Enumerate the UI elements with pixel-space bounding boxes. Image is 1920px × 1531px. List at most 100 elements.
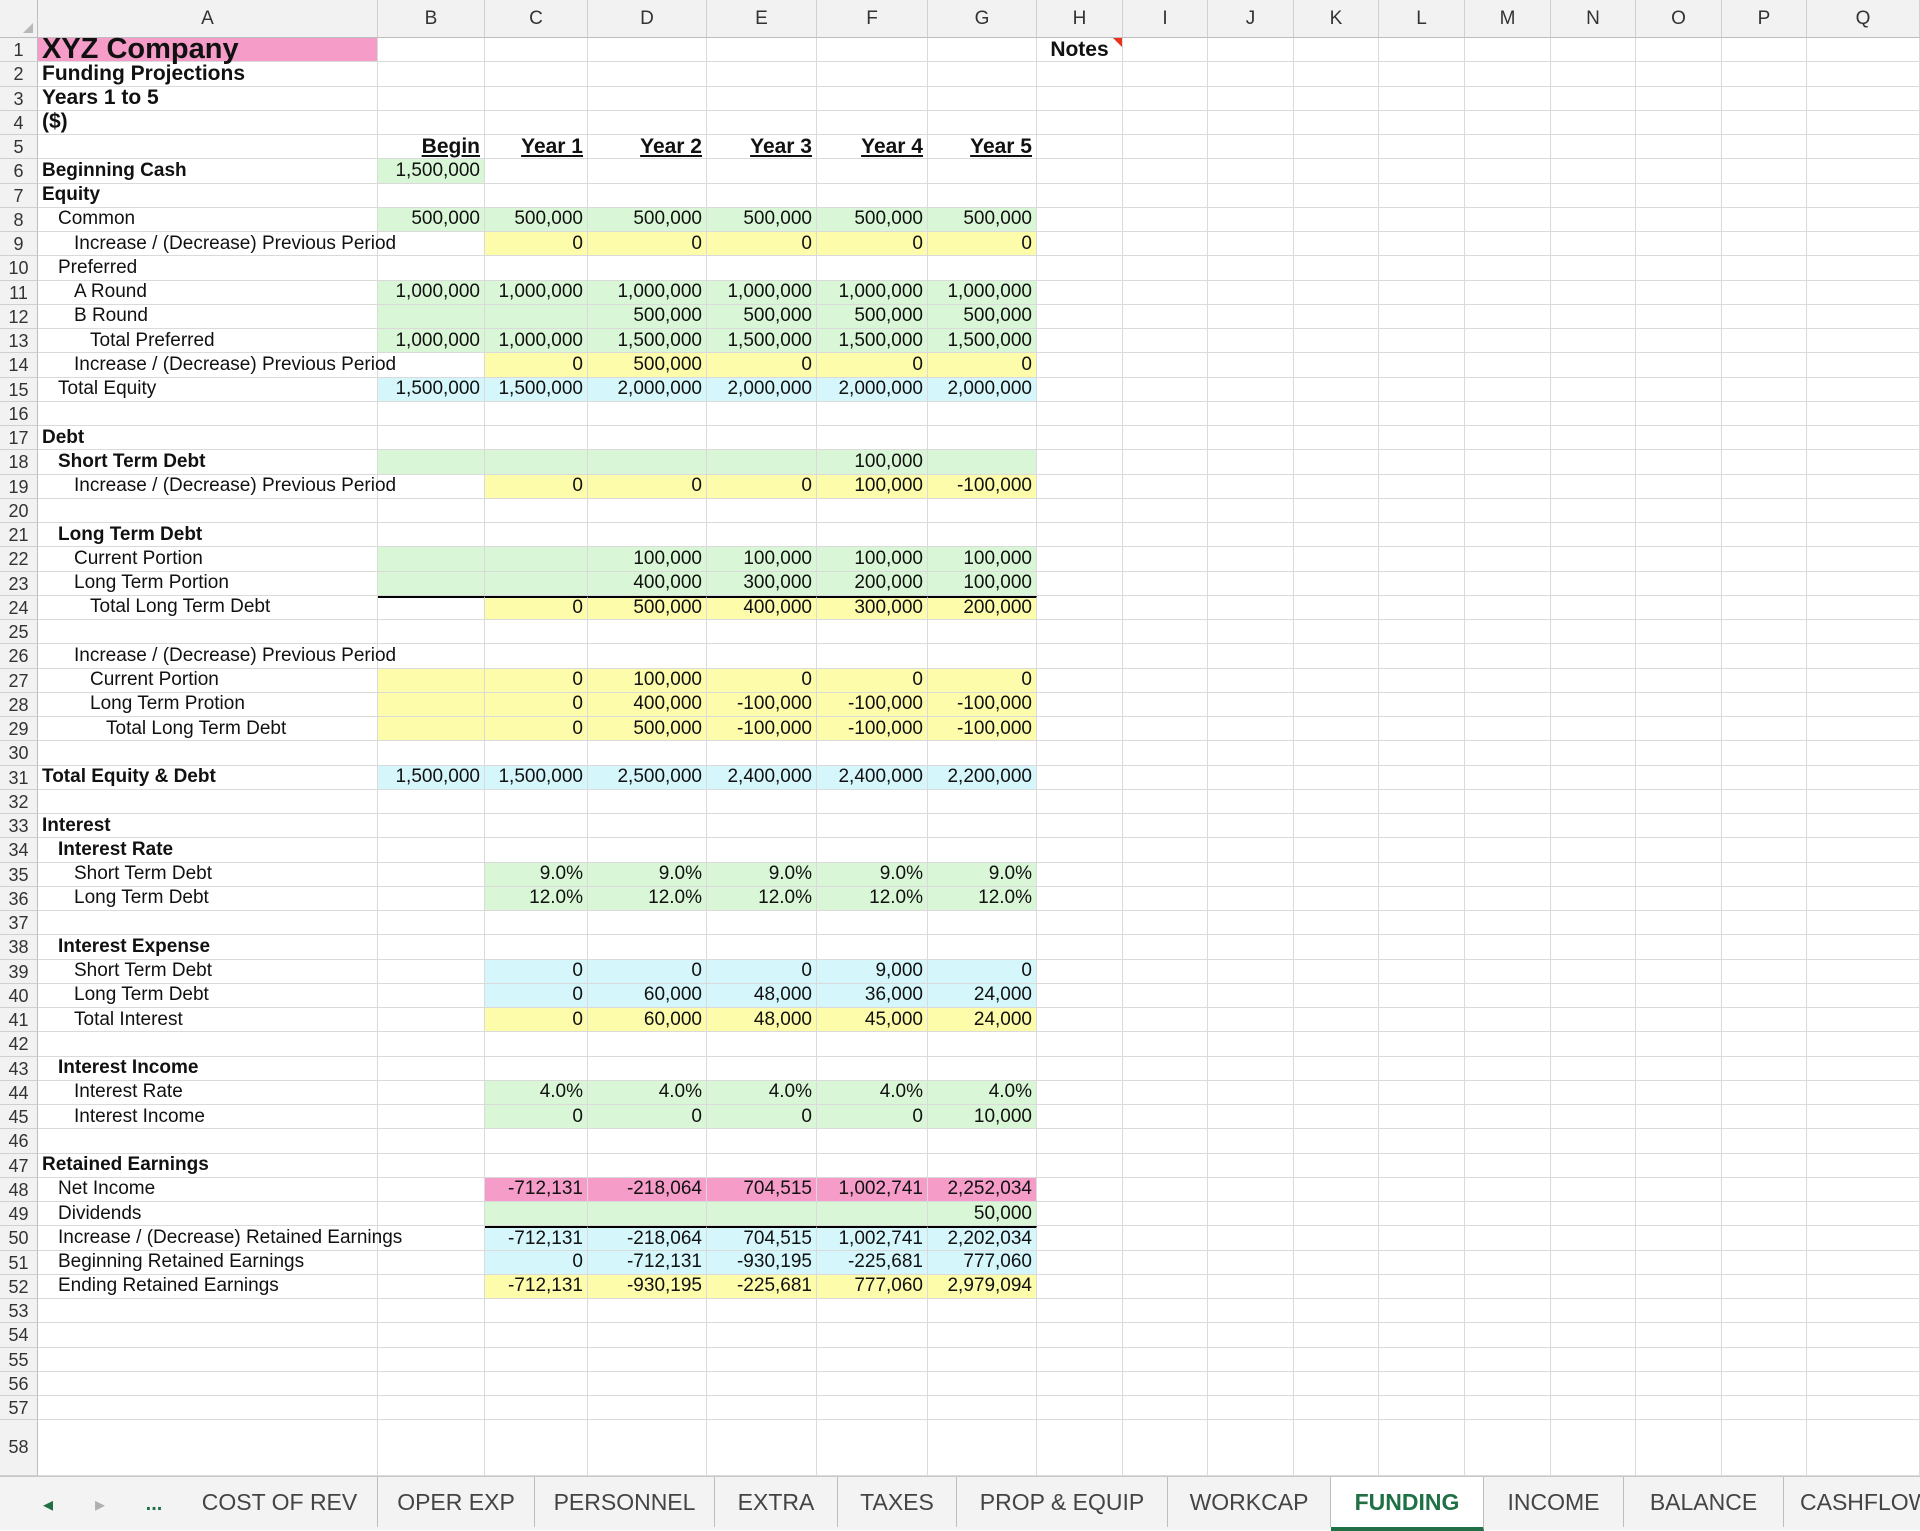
value-cell[interactable]: 777,060 bbox=[817, 1274, 928, 1299]
grid-cell[interactable] bbox=[1465, 1299, 1551, 1324]
grid-cell[interactable] bbox=[1123, 959, 1208, 984]
grid-cell[interactable] bbox=[485, 1371, 588, 1396]
grid-cell[interactable] bbox=[1551, 159, 1636, 184]
grid-cell[interactable] bbox=[1807, 620, 1920, 645]
grid-cell[interactable] bbox=[1465, 886, 1551, 911]
grid-cell[interactable] bbox=[1294, 426, 1379, 451]
grid-cell[interactable] bbox=[1037, 692, 1123, 717]
grid-cell[interactable] bbox=[817, 1396, 928, 1421]
grid-cell[interactable] bbox=[1208, 183, 1294, 208]
grid-cell[interactable] bbox=[1294, 62, 1379, 87]
grid-cell[interactable] bbox=[1551, 207, 1636, 232]
grid-cell[interactable] bbox=[1208, 256, 1294, 281]
grid-cell[interactable] bbox=[1636, 789, 1722, 814]
row-label[interactable]: Beginning Retained Earnings bbox=[38, 1250, 378, 1275]
grid-cell[interactable] bbox=[1208, 1129, 1294, 1154]
value-cell[interactable] bbox=[588, 644, 707, 669]
grid-cell[interactable] bbox=[1379, 862, 1465, 887]
row-label[interactable]: Increase / (Decrease) Previous Period bbox=[38, 353, 396, 378]
grid-cell[interactable] bbox=[1294, 644, 1379, 669]
grid-cell[interactable] bbox=[1807, 983, 1920, 1008]
grid-cell[interactable] bbox=[1037, 474, 1123, 499]
grid-cell[interactable] bbox=[1807, 1371, 1920, 1396]
grid-cell[interactable] bbox=[1807, 110, 1920, 135]
grid-cell[interactable] bbox=[588, 1299, 707, 1324]
grid-cell[interactable] bbox=[1379, 474, 1465, 499]
grid-cell[interactable] bbox=[1294, 717, 1379, 742]
value-cell[interactable] bbox=[378, 232, 485, 257]
grid-cell[interactable] bbox=[1037, 498, 1123, 523]
grid-cell[interactable] bbox=[1551, 935, 1636, 960]
grid-cell[interactable] bbox=[1636, 595, 1722, 620]
grid-cell[interactable] bbox=[1551, 959, 1636, 984]
row-header-46[interactable]: 46 bbox=[0, 1129, 38, 1154]
value-cell[interactable]: -930,195 bbox=[588, 1274, 707, 1299]
grid-cell[interactable] bbox=[1807, 1153, 1920, 1178]
value-cell[interactable] bbox=[378, 717, 485, 742]
grid-cell[interactable] bbox=[1123, 232, 1208, 257]
grid-cell[interactable] bbox=[1636, 498, 1722, 523]
grid-cell[interactable] bbox=[1208, 280, 1294, 305]
sheet-tab-cost-of-rev[interactable]: COST OF REV bbox=[182, 1477, 378, 1527]
grid-cell[interactable] bbox=[1379, 595, 1465, 620]
grid-cell[interactable] bbox=[1123, 377, 1208, 402]
grid-cell[interactable] bbox=[1722, 620, 1807, 645]
row-header-21[interactable]: 21 bbox=[0, 523, 38, 548]
grid-cell[interactable] bbox=[1208, 62, 1294, 87]
row-label[interactable]: Increase / (Decrease) Retained Earnings bbox=[38, 1226, 402, 1251]
grid-cell[interactable] bbox=[1037, 1153, 1123, 1178]
value-cell[interactable] bbox=[588, 498, 707, 523]
grid-cell[interactable] bbox=[707, 110, 817, 135]
grid-cell[interactable] bbox=[1294, 159, 1379, 184]
grid-cell[interactable] bbox=[1722, 1177, 1807, 1202]
grid-cell[interactable] bbox=[1722, 644, 1807, 669]
value-cell[interactable]: 60,000 bbox=[588, 1008, 707, 1033]
grid-cell[interactable] bbox=[1465, 1250, 1551, 1275]
grid-cell[interactable] bbox=[1465, 1105, 1551, 1130]
grid-cell[interactable] bbox=[1722, 814, 1807, 839]
grid-cell[interactable] bbox=[1465, 765, 1551, 790]
grid-cell[interactable] bbox=[1551, 1153, 1636, 1178]
value-cell[interactable] bbox=[485, 256, 588, 281]
grid-cell[interactable] bbox=[1123, 668, 1208, 693]
value-cell[interactable] bbox=[817, 935, 928, 960]
grid-cell[interactable] bbox=[1636, 232, 1722, 257]
grid-cell[interactable] bbox=[1208, 789, 1294, 814]
grid-cell[interactable] bbox=[1807, 450, 1920, 475]
grid-cell[interactable] bbox=[485, 1299, 588, 1324]
grid-cell[interactable] bbox=[1465, 498, 1551, 523]
row-header-30[interactable]: 30 bbox=[0, 741, 38, 766]
value-cell[interactable] bbox=[817, 1032, 928, 1057]
value-cell[interactable]: 500,000 bbox=[588, 717, 707, 742]
column-header-c[interactable]: C bbox=[485, 0, 588, 38]
grid-cell[interactable] bbox=[707, 1420, 817, 1476]
value-cell[interactable]: 400,000 bbox=[588, 571, 707, 596]
grid-cell[interactable] bbox=[1208, 1371, 1294, 1396]
grid-cell[interactable] bbox=[1379, 401, 1465, 426]
grid-cell[interactable] bbox=[1807, 668, 1920, 693]
value-cell[interactable] bbox=[485, 911, 588, 936]
grid-cell[interactable] bbox=[1379, 741, 1465, 766]
row-header-5[interactable]: 5 bbox=[0, 135, 38, 160]
value-cell[interactable]: 2,500,000 bbox=[588, 765, 707, 790]
row-label[interactable]: Short Term Debt bbox=[38, 862, 378, 887]
value-cell[interactable]: 0 bbox=[485, 717, 588, 742]
value-cell[interactable]: 48,000 bbox=[707, 1008, 817, 1033]
grid-cell[interactable] bbox=[1465, 983, 1551, 1008]
grid-cell[interactable] bbox=[1807, 329, 1920, 354]
grid-cell[interactable] bbox=[1465, 304, 1551, 329]
grid-cell[interactable] bbox=[1551, 110, 1636, 135]
row-header-49[interactable]: 49 bbox=[0, 1202, 38, 1227]
row-header-41[interactable]: 41 bbox=[0, 1008, 38, 1033]
grid-cell[interactable] bbox=[1636, 1226, 1722, 1251]
value-cell[interactable]: -100,000 bbox=[707, 717, 817, 742]
value-cell[interactable] bbox=[817, 159, 928, 184]
grid-cell[interactable] bbox=[588, 86, 707, 111]
grid-cell[interactable] bbox=[1465, 1153, 1551, 1178]
grid-cell[interactable] bbox=[1807, 595, 1920, 620]
grid-cell[interactable] bbox=[1551, 644, 1636, 669]
row-label[interactable]: Equity bbox=[38, 183, 378, 208]
value-cell[interactable] bbox=[588, 183, 707, 208]
grid-cell[interactable] bbox=[1551, 1008, 1636, 1033]
grid-cell[interactable] bbox=[1379, 1129, 1465, 1154]
